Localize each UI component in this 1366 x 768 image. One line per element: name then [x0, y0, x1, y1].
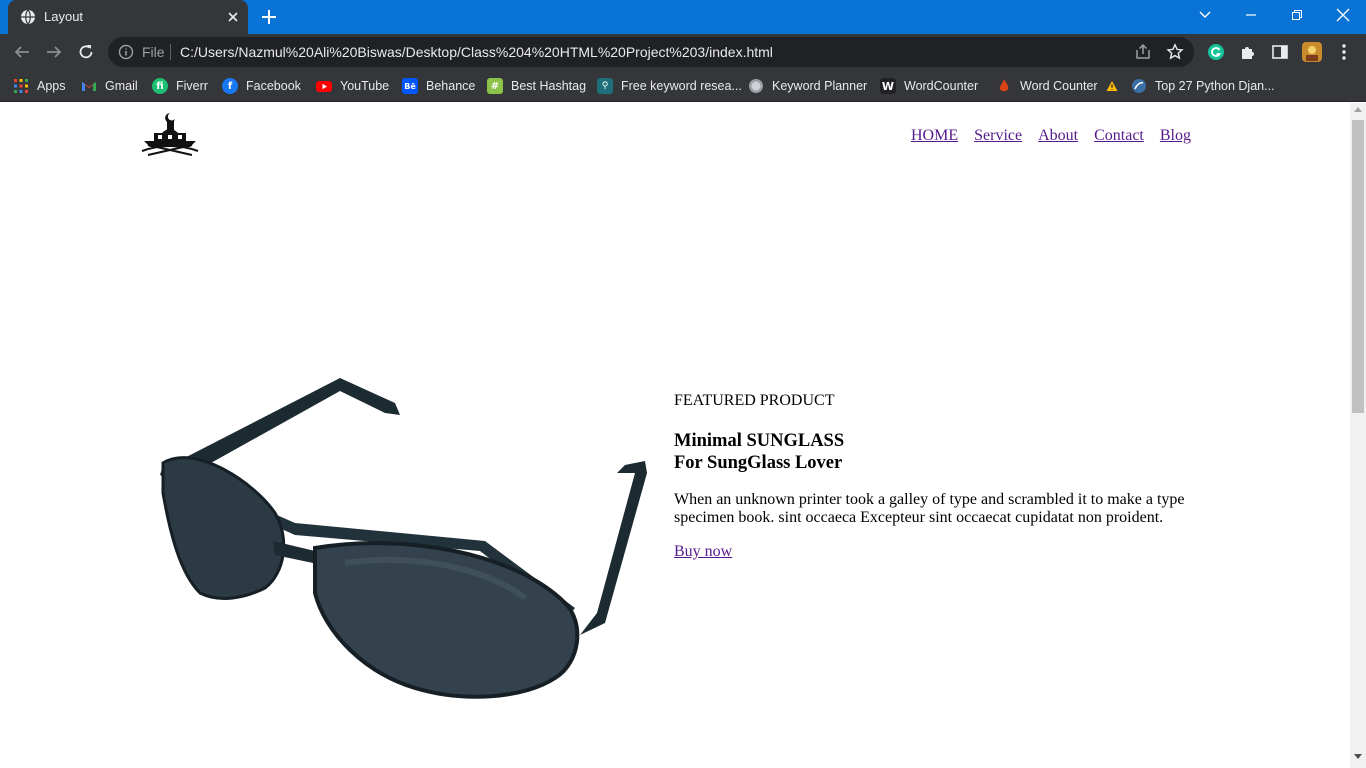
product-image-sunglasses: [160, 378, 647, 699]
bookmark-best-hashtag[interactable]: # Best Hashtag: [487, 76, 586, 96]
buy-now-link[interactable]: Buy now: [674, 543, 732, 561]
scrollbar-thumb[interactable]: [1352, 120, 1364, 413]
bookmark-word-counter[interactable]: Word Counter: [996, 76, 1118, 96]
nav-about-link[interactable]: About: [1038, 127, 1078, 145]
nav-home-link[interactable]: HOME: [911, 127, 958, 145]
headline-line-1: Minimal SUNGLASS: [674, 431, 845, 451]
bookmark-label: YouTube: [340, 79, 390, 93]
youtube-icon: [316, 81, 332, 92]
nav-contact-link[interactable]: Contact: [1094, 127, 1144, 145]
bookmark-label: Fiverr: [176, 79, 208, 93]
minimize-button[interactable]: [1228, 0, 1274, 30]
bookmark-label: Word Counter: [1020, 79, 1098, 93]
bookmark-behance[interactable]: Bē Behance: [402, 76, 475, 96]
w-icon: W: [880, 78, 896, 94]
featured-label: FEATURED PRODUCT: [674, 392, 835, 409]
bookmark-label: Facebook: [246, 79, 301, 93]
bookmark-label: Free keyword resea...: [621, 79, 742, 93]
restore-button[interactable]: [1274, 0, 1320, 30]
bookmark-label: Behance: [426, 79, 476, 93]
new-tab-icon[interactable]: [258, 6, 280, 28]
product-headline: Minimal SUNGLASS For SungGlass Lover: [674, 430, 844, 474]
tab-title: Layout: [44, 9, 84, 24]
tab-search-button[interactable]: [1182, 0, 1228, 30]
bookmark-keyword-planner[interactable]: Keyword Planner: [748, 76, 867, 96]
avatar-icon: [1302, 42, 1322, 62]
info-icon[interactable]: [118, 44, 134, 60]
back-button[interactable]: [10, 40, 34, 64]
bookmark-label: WordCounter: [904, 79, 979, 93]
close-tab-icon[interactable]: [224, 8, 242, 26]
apps-grid-icon: [14, 79, 28, 93]
forward-button[interactable]: [42, 40, 66, 64]
logo[interactable]: [140, 111, 200, 157]
chevron-down-icon: [1199, 11, 1211, 18]
bookmark-label: Keyword Planner: [772, 79, 868, 93]
url-text[interactable]: C:/Users/Nazmul%20Ali%20Biswas/Desktop/C…: [180, 44, 773, 60]
product-description: When an unknown printer took a galley of…: [674, 491, 1185, 526]
more-vertical-icon: [1342, 44, 1346, 60]
hashtag-icon: #: [487, 78, 503, 94]
close-icon: [1336, 8, 1350, 22]
scroll-up-arrow-icon[interactable]: [1354, 107, 1362, 112]
bookmark-facebook[interactable]: f Facebook: [222, 76, 301, 96]
link-icon: [1132, 79, 1146, 93]
headline-line-2: For SungGlass Lover: [674, 453, 843, 473]
bookmark-wordcounter[interactable]: W WordCounter: [880, 76, 978, 96]
bookmark-fiverr[interactable]: fi Fiverr: [152, 76, 208, 96]
arrow-right-icon: [47, 46, 62, 58]
grammarly-icon: [1208, 44, 1224, 60]
bookmark-youtube[interactable]: YouTube: [316, 76, 389, 96]
warning-icon: [1106, 81, 1118, 91]
flame-icon: [999, 79, 1009, 92]
profile-avatar[interactable]: [1300, 40, 1324, 64]
arrow-left-icon: [14, 46, 29, 58]
bookmark-label: Best Hashtag: [511, 79, 587, 93]
browser-menu-button[interactable]: [1332, 40, 1356, 64]
reload-button[interactable]: [74, 40, 98, 64]
bookmark-star-icon[interactable]: [1166, 43, 1184, 61]
page-viewport: HOME Service About Contact Blog FEATURED…: [0, 103, 1350, 768]
browser-toolbar: File C:/Users/Nazmul%20Ali%20Biswas/Desk…: [0, 34, 1366, 70]
gmail-icon: [82, 82, 96, 91]
bookmark-gmail[interactable]: Gmail: [81, 76, 138, 96]
fiverr-icon: fi: [152, 78, 168, 94]
extensions-button[interactable]: [1236, 40, 1260, 64]
globe-icon: [21, 9, 35, 25]
bookmark-python-django[interactable]: Top 27 Python Djan...: [1131, 76, 1275, 96]
title-bar: Layout: [0, 0, 1366, 34]
side-panel-button[interactable]: [1268, 40, 1292, 64]
facebook-icon: f: [222, 78, 238, 94]
bookmark-label: Gmail: [105, 79, 138, 93]
close-window-button[interactable]: [1320, 0, 1366, 30]
url-scheme-label: File: [142, 44, 165, 60]
puzzle-icon: [1242, 47, 1254, 59]
bookmark-label: Top 27 Python Djan...: [1155, 79, 1275, 93]
bookmarks-bar: Apps Gmail fi Fiverr f Facebook YouTube …: [0, 70, 1366, 102]
keyword-research-icon: ⚲: [597, 78, 613, 94]
scroll-down-arrow-icon[interactable]: [1354, 754, 1362, 759]
vertical-scrollbar[interactable]: [1350, 103, 1366, 768]
behance-icon: Bē: [402, 78, 418, 94]
bookmark-apps[interactable]: Apps: [13, 76, 66, 96]
grammarly-extension-button[interactable]: [1204, 40, 1228, 64]
nav-blog-link[interactable]: Blog: [1160, 127, 1191, 145]
main-nav: HOME Service About Contact Blog: [911, 127, 1191, 145]
reload-icon: [79, 45, 93, 59]
share-icon[interactable]: [1134, 43, 1152, 61]
omnibox-divider: [170, 44, 171, 60]
nav-service-link[interactable]: Service: [974, 127, 1022, 145]
side-panel-icon: [1272, 45, 1288, 59]
bookmark-keyword-research[interactable]: ⚲ Free keyword resea...: [597, 76, 742, 96]
address-bar[interactable]: File C:/Users/Nazmul%20Ali%20Biswas/Desk…: [108, 37, 1194, 67]
browser-tab-active[interactable]: Layout: [8, 0, 248, 34]
restore-icon: [1292, 10, 1302, 20]
globe-icon: [749, 79, 763, 93]
minimize-icon: [1246, 14, 1256, 16]
bookmark-label: Apps: [37, 79, 66, 93]
